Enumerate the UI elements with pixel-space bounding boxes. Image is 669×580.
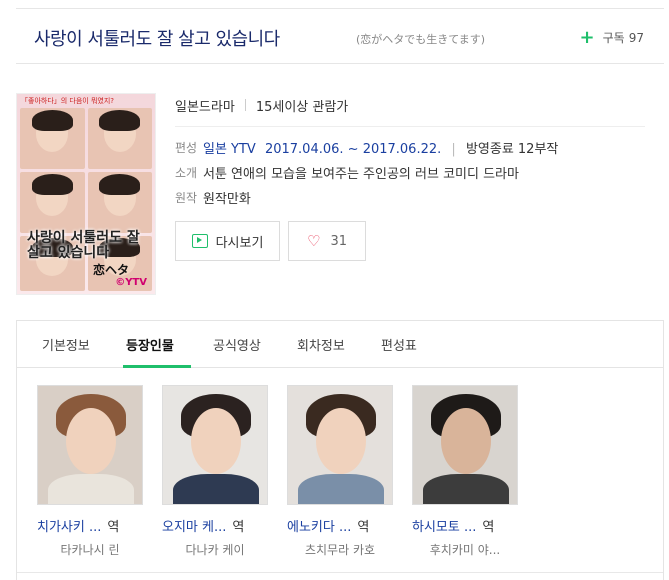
subscribe-count: 97 bbox=[628, 30, 644, 45]
poster-logo: ©YTV bbox=[115, 277, 147, 288]
photo-body bbox=[298, 474, 384, 504]
character-name[interactable]: 치가사키 ... bbox=[37, 516, 101, 535]
role-label: 역 bbox=[357, 520, 370, 535]
cast-photo[interactable] bbox=[287, 385, 393, 505]
program-title[interactable]: 사랑이 서툴러도 잘 살고 있습니다 bbox=[34, 25, 280, 51]
cast-role-line: 치가사키 ... 역 bbox=[37, 516, 143, 535]
role-label: 역 bbox=[482, 520, 495, 535]
character-name[interactable]: 하시모토 ... bbox=[412, 516, 476, 535]
content-tabs: 기본정보 등장인물 공식영상 회차정보 편성표 bbox=[16, 320, 664, 368]
row-label: 소개 bbox=[175, 166, 198, 180]
action-buttons: 다시보기 ♡ 31 bbox=[175, 221, 366, 261]
broadcast-status: 방영종료 12부작 bbox=[465, 142, 559, 157]
row-label: 원작 bbox=[175, 191, 198, 205]
tab-basic-info[interactable]: 기본정보 bbox=[42, 335, 90, 354]
character-name[interactable]: 오지마 케... bbox=[162, 516, 226, 535]
cast-list: 치가사키 ... 역 타카나시 린 오지마 케... 역 다나카 케이 에노키다… bbox=[16, 368, 664, 580]
cast-card[interactable]: 치가사키 ... 역 타카나시 린 bbox=[37, 385, 143, 558]
like-button[interactable]: ♡ 31 bbox=[288, 221, 366, 261]
cast-role-line: 하시모토 ... 역 bbox=[412, 516, 518, 535]
photo-body bbox=[48, 474, 134, 504]
poster-photo-grid bbox=[17, 94, 155, 294]
poster-kanji: 恋ヘタ bbox=[93, 263, 130, 277]
separator: | bbox=[451, 142, 456, 157]
cast-card[interactable]: 오지마 케... 역 다나카 케이 bbox=[162, 385, 268, 558]
photo-face bbox=[441, 408, 491, 474]
info-rows: 편성 일본 YTV 2017.04.06. ~ 2017.06.22. | 방영… bbox=[175, 135, 558, 210]
photo-face bbox=[66, 408, 116, 474]
photo-body bbox=[423, 474, 509, 504]
cast-role-line: 오지마 케... 역 bbox=[162, 516, 268, 535]
actor-name[interactable]: 타카나시 린 bbox=[37, 541, 143, 558]
poster-photo bbox=[87, 108, 152, 170]
play-tv-icon bbox=[191, 234, 208, 248]
poster-title: 사랑이 서툴러도 잘살고 있습니다 bbox=[27, 230, 140, 261]
info-divider bbox=[175, 126, 645, 127]
photo-body bbox=[173, 474, 259, 504]
cast-card[interactable]: 하시모토 ... 역 후치카미 야... bbox=[412, 385, 518, 558]
subscribe-label: 구독 bbox=[602, 31, 625, 45]
actor-name[interactable]: 츠치무라 카호 bbox=[287, 541, 393, 558]
poster-photo bbox=[20, 172, 85, 234]
program-info: 일본드라마 15세이상 관람가 편성 일본 YTV 2017.04.06. ~ … bbox=[175, 93, 645, 261]
broadcast-period: 2017.04.06. ~ 2017.06.22. bbox=[264, 142, 442, 157]
replay-label: 다시보기 bbox=[215, 235, 264, 251]
tab-official-video[interactable]: 공식영상 bbox=[213, 335, 261, 354]
row-value: 일본 YTV 2017.04.06. ~ 2017.06.22. | 방영종료 … bbox=[203, 138, 558, 157]
cast-card[interactable]: 에노키다 ... 역 츠치무라 카호 bbox=[287, 385, 393, 558]
photo-face bbox=[191, 408, 241, 474]
cast-photo[interactable] bbox=[162, 385, 268, 505]
program-poster[interactable]: 「좋아하다」의 다음이 뭐였지? 사랑이 서툴러도 잘살고 있습니다 恋ヘタ ©… bbox=[16, 93, 156, 295]
poster-photo bbox=[20, 108, 85, 170]
info-row-original: 원작 원작만화 bbox=[175, 185, 558, 210]
like-count: 31 bbox=[330, 233, 347, 249]
info-row-schedule: 편성 일본 YTV 2017.04.06. ~ 2017.06.22. | 방영… bbox=[175, 135, 558, 160]
cast-role-line: 에노키다 ... 역 bbox=[287, 516, 393, 535]
cast-bottom-divider bbox=[17, 572, 663, 573]
channel-link[interactable]: 일본 YTV bbox=[203, 142, 256, 157]
tab-cast[interactable]: 등장인물 bbox=[126, 335, 174, 354]
cast-photo[interactable] bbox=[37, 385, 143, 505]
program-original-title: (恋がヘタでも生きてます) bbox=[356, 33, 486, 46]
poster-tagline: 「좋아하다」의 다음이 뭐였지? bbox=[21, 97, 115, 105]
program-tags: 일본드라마 15세이상 관람가 bbox=[175, 93, 645, 117]
tag-divider bbox=[244, 99, 246, 111]
tab-schedule[interactable]: 편성표 bbox=[381, 335, 417, 354]
tab-episodes[interactable]: 회차정보 bbox=[297, 335, 345, 354]
replay-button[interactable]: 다시보기 bbox=[175, 221, 280, 261]
rating-tag: 15세이상 관람가 bbox=[255, 99, 349, 115]
row-label: 편성 bbox=[175, 141, 198, 155]
role-label: 역 bbox=[232, 520, 245, 535]
original-work: 원작만화 bbox=[203, 192, 251, 207]
intro-text: 서툰 연애의 모습을 보여주는 주인공의 러브 코미디 드라마 bbox=[203, 167, 519, 182]
heart-icon: ♡ bbox=[307, 232, 321, 250]
plus-icon: + bbox=[579, 26, 595, 48]
role-label: 역 bbox=[107, 520, 120, 535]
cast-photo[interactable] bbox=[412, 385, 518, 505]
character-name[interactable]: 에노키다 ... bbox=[287, 516, 351, 535]
poster-photo bbox=[87, 172, 152, 234]
program-header: 사랑이 서툴러도 잘 살고 있습니다 (恋がヘタでも生きてます) + 구독 97 bbox=[16, 8, 664, 64]
info-row-intro: 소개 서툰 연애의 모습을 보여주는 주인공의 러브 코미디 드라마 bbox=[175, 160, 558, 185]
subscribe-button[interactable]: + 구독 97 bbox=[579, 26, 644, 48]
photo-face bbox=[316, 408, 366, 474]
genre-tag: 일본드라마 bbox=[175, 99, 235, 115]
actor-name[interactable]: 후치카미 야... bbox=[412, 541, 518, 558]
actor-name[interactable]: 다나카 케이 bbox=[162, 541, 268, 558]
